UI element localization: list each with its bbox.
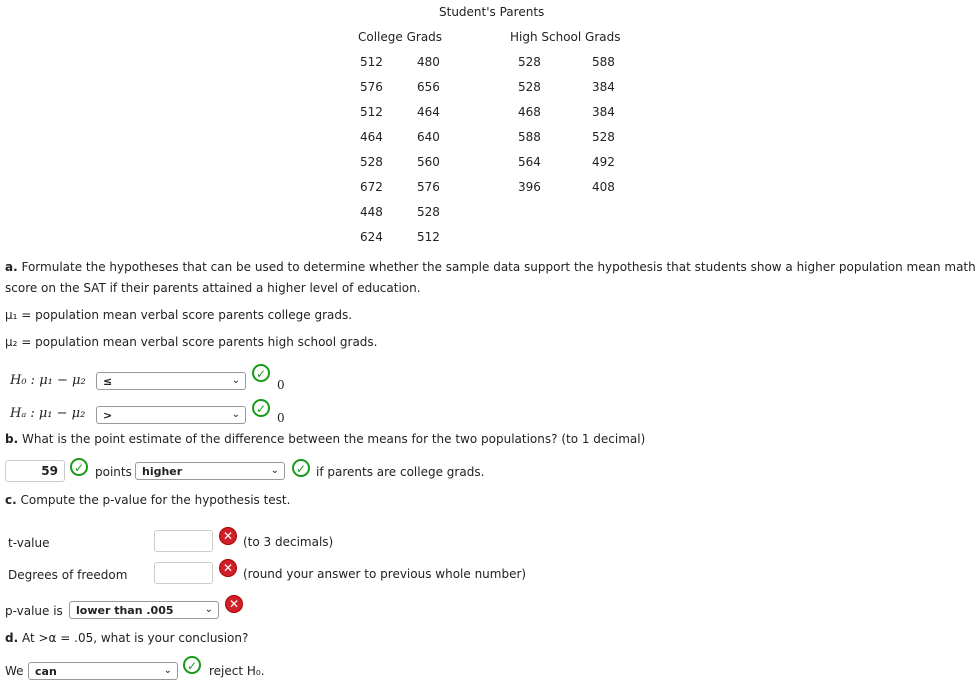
- p-value-label: p-value is: [5, 604, 63, 618]
- conclusion-select[interactable]: can ⌄: [28, 662, 178, 680]
- table-cell: 640: [417, 130, 440, 144]
- part-a-text2: score on the SAT if their parents attain…: [5, 281, 421, 295]
- table-cell: 528: [417, 205, 440, 219]
- table-cell: 576: [360, 80, 383, 94]
- chevron-down-icon: ⌄: [231, 409, 240, 420]
- points-label: points: [95, 465, 132, 479]
- table-cell: 512: [360, 55, 383, 69]
- table-cell: 588: [518, 130, 541, 144]
- incorrect-x-icon: ✕: [225, 595, 243, 613]
- table-cell: 560: [417, 155, 440, 169]
- table-cell: 672: [360, 180, 383, 194]
- table-cell: 512: [360, 105, 383, 119]
- table-cell: 464: [360, 130, 383, 144]
- part-c-question: c. Compute the p-value for the hypothesi…: [5, 493, 291, 507]
- correct-check-icon: ✓: [252, 399, 270, 417]
- part-d-question: d. At >α = .05, what is your conclusion?: [5, 631, 249, 645]
- high-school-grads-header: High School Grads: [510, 30, 621, 44]
- table-cell: 480: [417, 55, 440, 69]
- part-b-suffix: if parents are college grads.: [316, 465, 485, 479]
- p-value-select[interactable]: lower than .005 ⌄: [69, 601, 219, 619]
- table-cell: 492: [592, 155, 615, 169]
- mu1-definition: μ₁ = population mean verbal score parent…: [5, 308, 353, 322]
- t-value-label: t-value: [8, 536, 50, 550]
- table-cell: 396: [518, 180, 541, 194]
- mu2-definition: μ₂ = population mean verbal score parent…: [5, 335, 378, 349]
- table-cell: 448: [360, 205, 383, 219]
- table-cell: 564: [518, 155, 541, 169]
- chevron-down-icon: ⌄: [231, 375, 240, 386]
- table-cell: 528: [360, 155, 383, 169]
- correct-check-icon: ✓: [183, 656, 201, 674]
- h0-operator-select[interactable]: ≤ ⌄: [96, 372, 246, 390]
- incorrect-x-icon: ✕: [219, 559, 237, 577]
- table-cell: 464: [417, 105, 440, 119]
- table-cell: 384: [592, 80, 615, 94]
- direction-select[interactable]: higher ⌄: [135, 462, 285, 480]
- h0-label: H₀ : μ₁ − μ₂: [10, 373, 86, 388]
- chevron-down-icon: ⌄: [270, 465, 279, 476]
- incorrect-x-icon: ✕: [219, 527, 237, 545]
- part-b-question: b. What is the point estimate of the dif…: [5, 432, 646, 446]
- part-a-text1: a. Formulate the hypotheses that can be …: [5, 260, 976, 274]
- table-cell: 528: [518, 55, 541, 69]
- table-cell: 468: [518, 105, 541, 119]
- ha-zero: 0: [277, 411, 285, 425]
- df-label: Degrees of freedom: [8, 568, 128, 582]
- table-title: Student's Parents: [439, 5, 545, 19]
- table-cell: 512: [417, 230, 440, 244]
- table-cell: 528: [592, 130, 615, 144]
- table-cell: 408: [592, 180, 615, 194]
- t-value-hint: (to 3 decimals): [243, 535, 334, 549]
- correct-check-icon: ✓: [70, 458, 88, 476]
- df-input[interactable]: [154, 562, 213, 584]
- table-cell: 588: [592, 55, 615, 69]
- table-cell: 624: [360, 230, 383, 244]
- ha-label: Hₐ : μ₁ − μ₂: [10, 406, 86, 421]
- chevron-down-icon: ⌄: [204, 604, 213, 615]
- college-grads-header: College Grads: [358, 30, 443, 44]
- h0-zero: 0: [277, 378, 285, 392]
- table-cell: 656: [417, 80, 440, 94]
- ha-operator-select[interactable]: > ⌄: [96, 406, 246, 424]
- chevron-down-icon: ⌄: [163, 665, 172, 676]
- we-label: We: [5, 664, 24, 678]
- table-cell: 576: [417, 180, 440, 194]
- table-cell: 528: [518, 80, 541, 94]
- correct-check-icon: ✓: [252, 364, 270, 382]
- t-value-input[interactable]: [154, 530, 213, 552]
- correct-check-icon: ✓: [292, 459, 310, 477]
- table-cell: 384: [592, 105, 615, 119]
- df-hint: (round your answer to previous whole num…: [243, 567, 527, 581]
- point-estimate-input[interactable]: 59: [5, 460, 65, 482]
- part-d-suffix: reject H₀.: [209, 664, 265, 678]
